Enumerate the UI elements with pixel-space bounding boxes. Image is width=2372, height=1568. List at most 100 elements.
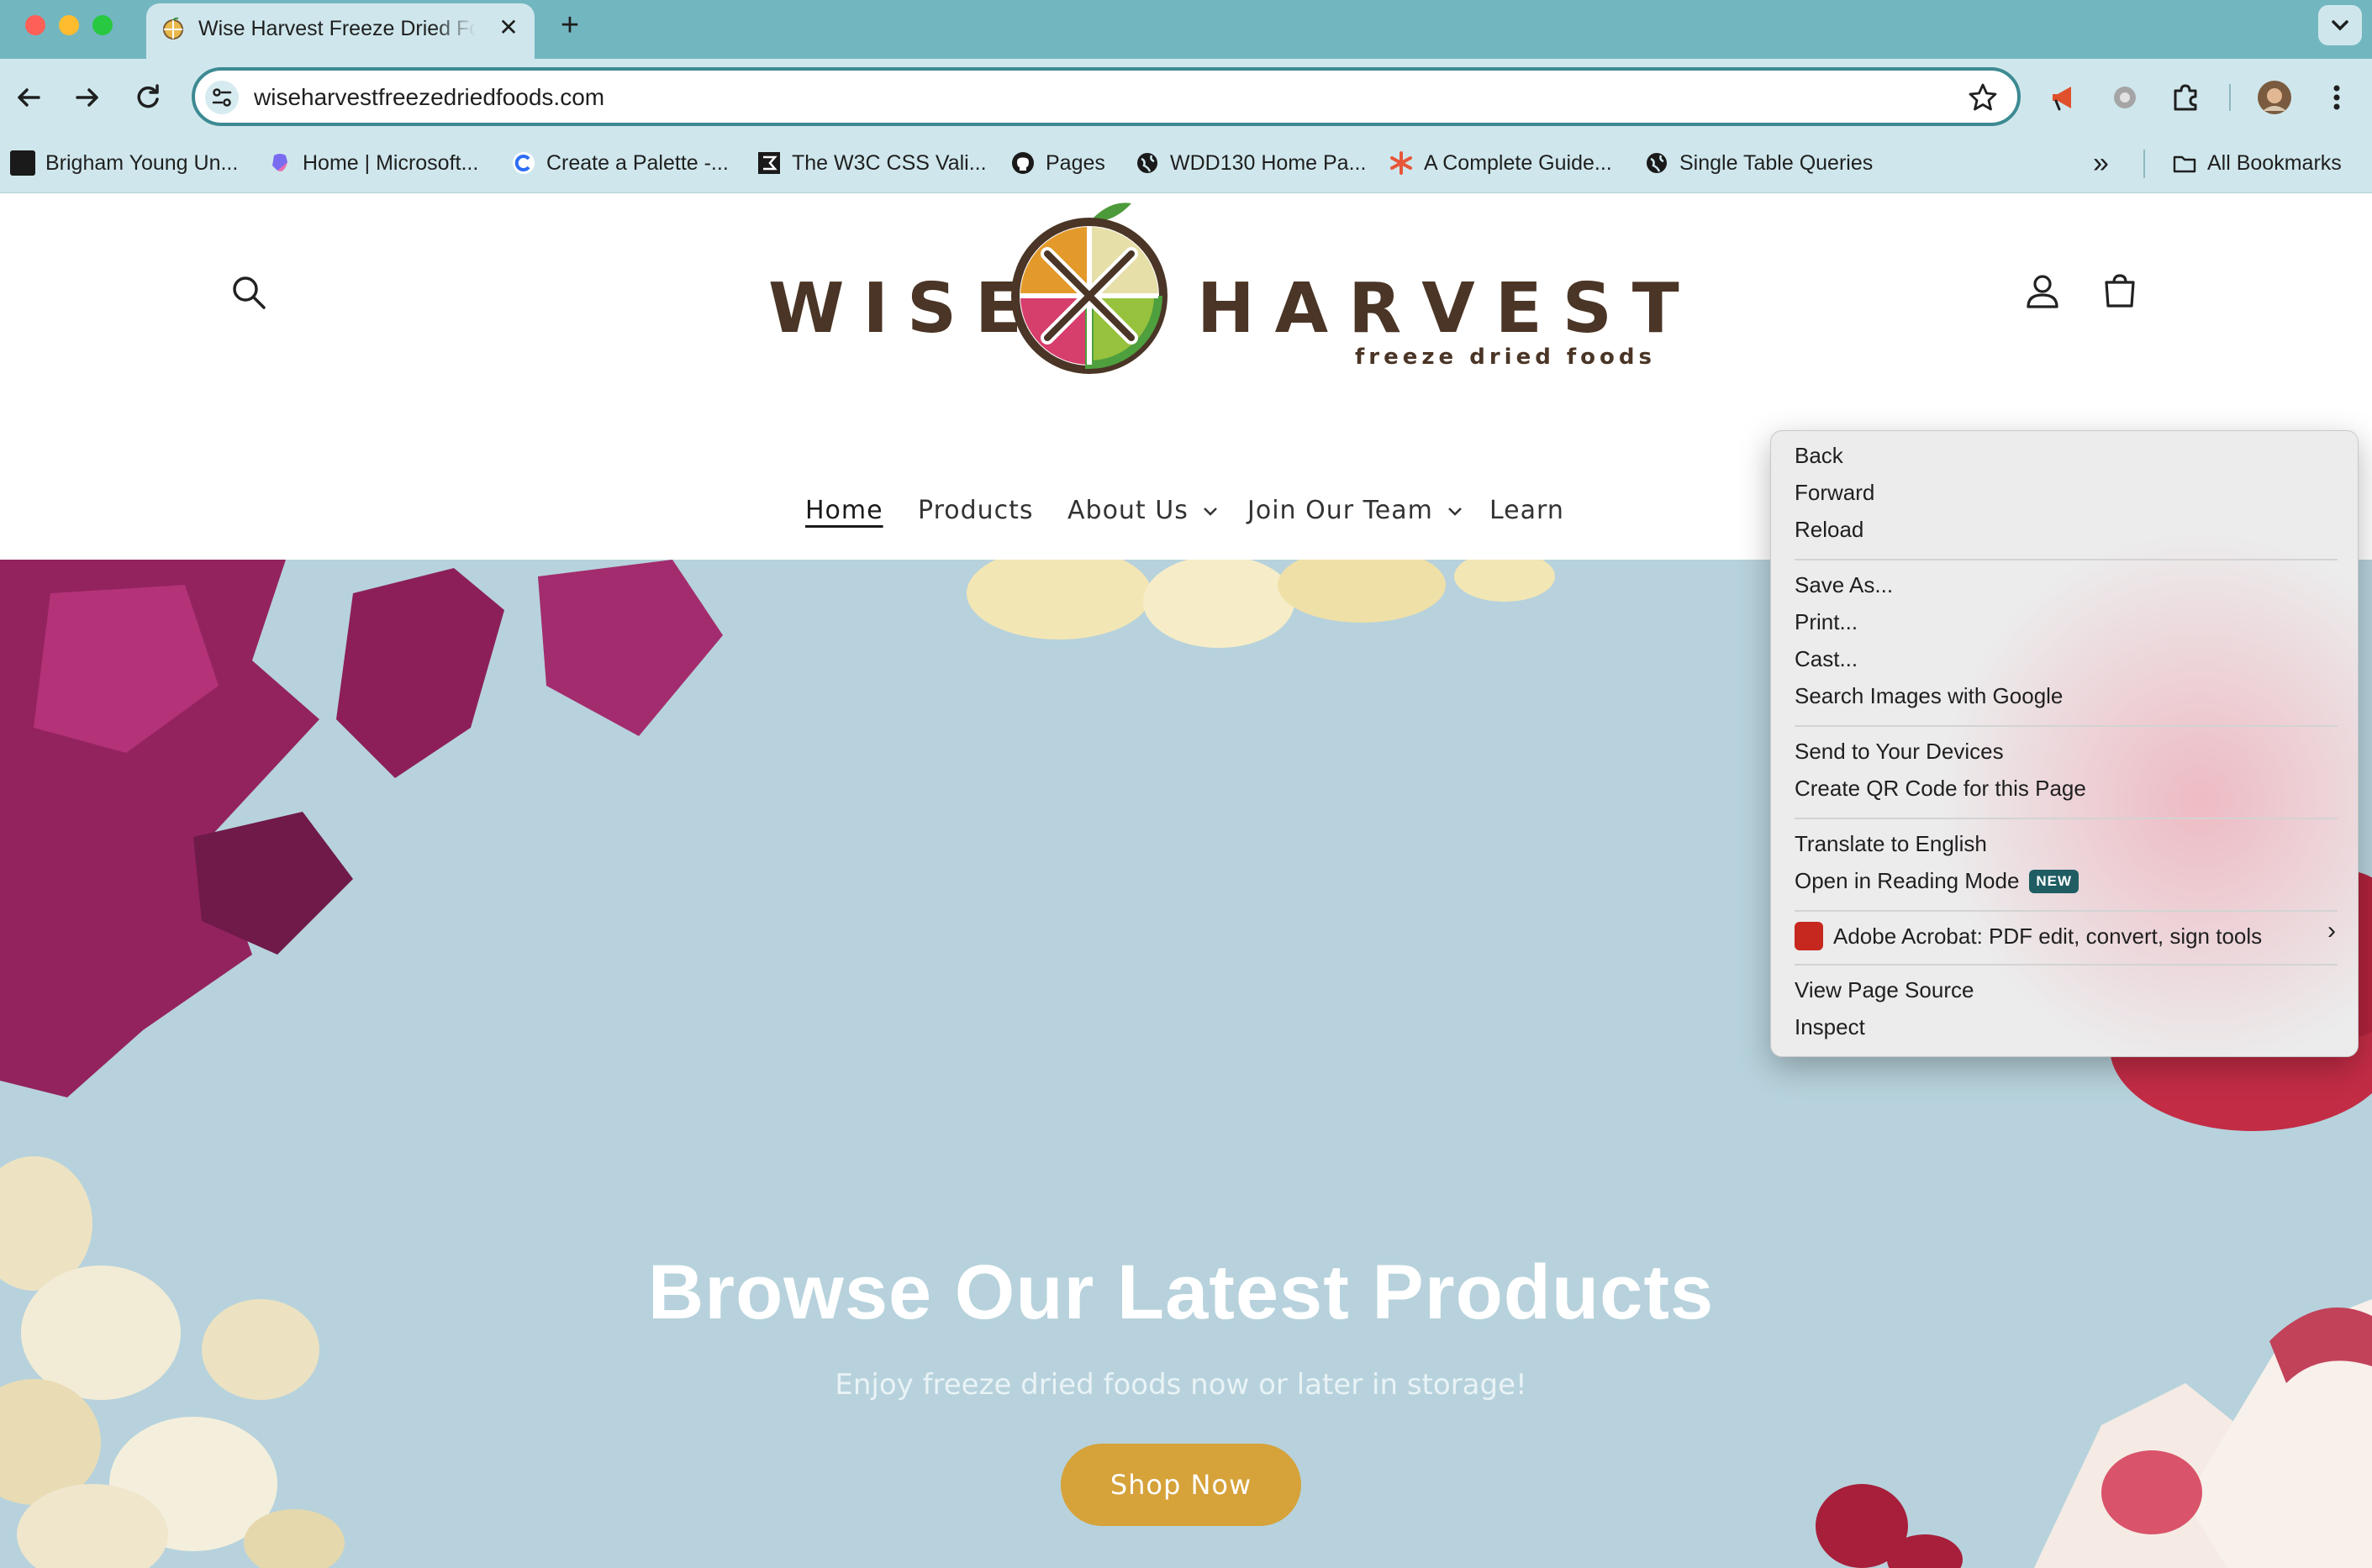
submenu-arrow-icon: › [2327, 917, 2336, 944]
nav-join-our-team[interactable]: Join Our Team [1247, 496, 1463, 525]
chevron-down-icon [2332, 20, 2348, 31]
menu-label: Translate to English [1795, 831, 1987, 856]
bookmark-item[interactable]: Single Table Queries [1644, 145, 1873, 182]
menu-item-view-page-source[interactable]: View Page Source [1795, 977, 1974, 1003]
w3c-icon [758, 152, 780, 174]
globe-icon [1137, 153, 1157, 173]
url-text[interactable]: wiseharvestfreezedriedfoods.com [254, 84, 604, 111]
browser-tab[interactable]: Wise Harvest Freeze Dried Foods ✕ [146, 3, 535, 59]
menu-item-create-qr-code[interactable]: Create QR Code for this Page [1795, 776, 2086, 802]
toolbar-divider [2229, 84, 2231, 111]
bookmark-item[interactable]: Create a Palette -... [511, 145, 729, 182]
tab-strip: Wise Harvest Freeze Dried Foods ✕ + [0, 0, 2372, 59]
menu-item-inspect[interactable]: Inspect [1795, 1014, 1865, 1040]
forward-arrow-icon[interactable] [69, 79, 106, 116]
menu-label: Cast... [1795, 646, 1858, 671]
nav-label: Home [805, 496, 883, 525]
bookmark-item[interactable]: A Complete Guide... [1389, 145, 1612, 182]
nav-label: Products [918, 496, 1034, 525]
new-tab-button[interactable]: + [551, 7, 588, 44]
menu-item-forward[interactable]: Forward [1795, 480, 1874, 506]
folder-icon [2173, 155, 2196, 173]
menu-label: Save As... [1795, 572, 1894, 597]
menu-label: Forward [1795, 480, 1875, 505]
menu-item-send-to-devices[interactable]: Send to Your Devices [1795, 739, 2004, 765]
menu-label: Send to Your Devices [1795, 739, 2004, 764]
menu-label: Print... [1795, 609, 1858, 634]
bookmarks-overflow-button[interactable]: » [2093, 145, 2109, 182]
menu-item-reading-mode[interactable]: Open in Reading Mode NEW [1795, 868, 2079, 894]
bookmark-item[interactable]: Pages [1010, 145, 1105, 182]
cart-icon[interactable] [2100, 271, 2140, 311]
hero-title: Browse Our Latest Products [647, 1250, 1715, 1335]
all-bookmarks-label: All Bookmarks [2207, 150, 2342, 175]
microsoft-copilot-icon [272, 154, 287, 171]
gear-extension-icon[interactable] [2106, 79, 2143, 116]
coolors-icon [513, 152, 535, 174]
nav-products[interactable]: Products [918, 496, 1034, 525]
menu-label: Back [1795, 443, 1843, 468]
bookmark-item[interactable]: Brigham Young Un... [10, 145, 238, 182]
menu-label: Open in Reading Mode [1795, 868, 2020, 893]
asterisk-icon [1390, 151, 1412, 175]
nav-label: About Us [1067, 496, 1189, 525]
all-bookmarks-button[interactable]: All Bookmarks [2172, 145, 2342, 182]
bookmark-label: The W3C CSS Vali... [792, 150, 987, 175]
menu-item-print[interactable]: Print... [1795, 609, 1858, 635]
bookmark-label: Create a Palette -... [546, 150, 729, 175]
extensions-puzzle-icon[interactable] [2167, 79, 2204, 116]
menu-item-save-as[interactable]: Save As... [1795, 572, 1893, 598]
menu-item-adobe-acrobat[interactable]: Adobe Acrobat: PDF edit, convert, sign t… [1795, 922, 2262, 950]
nav-about-us[interactable]: About Us [1067, 496, 1219, 525]
context-menu: Back Forward Reload Save As... Print... … [1770, 430, 2359, 1057]
nav-home[interactable]: Home [805, 496, 883, 525]
account-icon[interactable] [2022, 271, 2063, 311]
bookmark-item[interactable]: The W3C CSS Vali... [756, 145, 987, 182]
fruit-logo-icon [1011, 203, 1168, 374]
menu-item-reload[interactable]: Reload [1795, 517, 1863, 543]
nav-label: Learn [1489, 496, 1564, 525]
menu-separator [1795, 964, 2338, 966]
menu-item-back[interactable]: Back [1795, 443, 1843, 469]
bookmark-star-icon[interactable] [1967, 82, 1999, 113]
new-badge: NEW [2029, 869, 2079, 893]
tune-icon [212, 88, 232, 107]
menu-label: View Page Source [1795, 977, 1974, 1002]
chevron-down-icon [1448, 507, 1462, 516]
bookmark-label: Home | Microsoft... [303, 150, 479, 175]
nav-label: Join Our Team [1247, 496, 1433, 525]
browser-toolbar: wiseharvestfreezedriedfoods.com [0, 59, 2372, 134]
menu-item-translate[interactable]: Translate to English [1795, 831, 1987, 857]
maximize-window-button[interactable] [92, 15, 113, 35]
tab-close-icon[interactable]: ✕ [494, 13, 523, 42]
adobe-acrobat-icon [1795, 922, 1823, 950]
site-info-button[interactable] [205, 81, 239, 114]
close-window-button[interactable] [25, 15, 45, 35]
tab-search-button[interactable] [2318, 5, 2362, 45]
bookmark-item[interactable]: WDD130 Home Pa... [1135, 145, 1366, 182]
shop-now-button[interactable]: Shop Now [1061, 1444, 1301, 1526]
megaphone-extension-icon[interactable] [2046, 79, 2083, 116]
bookmark-label: A Complete Guide... [1424, 150, 1612, 175]
address-bar[interactable]: wiseharvestfreezedriedfoods.com [192, 67, 2021, 126]
reload-icon[interactable] [129, 79, 166, 116]
more-options-icon[interactable] [2318, 79, 2355, 116]
profile-avatar[interactable] [2256, 79, 2293, 116]
menu-separator [1795, 725, 2338, 727]
chevron-down-icon [1203, 507, 1217, 516]
bookmarks-bar: Brigham Young Un... Home | Microsoft... … [0, 134, 2372, 193]
search-icon[interactable] [229, 272, 269, 313]
minimize-window-button[interactable] [59, 15, 79, 35]
back-arrow-icon[interactable] [10, 79, 47, 116]
github-icon [1012, 152, 1034, 174]
menu-item-search-images[interactable]: Search Images with Google [1795, 683, 2063, 709]
byu-icon [10, 150, 35, 176]
menu-separator [1795, 559, 2338, 560]
bookmark-item[interactable]: Home | Microsoft... [267, 145, 478, 182]
tab-title: Wise Harvest Freeze Dried Foods [198, 17, 476, 40]
nav-learn[interactable]: Learn [1489, 496, 1564, 525]
bookmark-label: WDD130 Home Pa... [1170, 150, 1367, 175]
menu-label: Adobe Acrobat: PDF edit, convert, sign t… [1833, 923, 2263, 949]
menu-label: Create QR Code for this Page [1795, 776, 2086, 801]
menu-item-cast[interactable]: Cast... [1795, 646, 1858, 672]
